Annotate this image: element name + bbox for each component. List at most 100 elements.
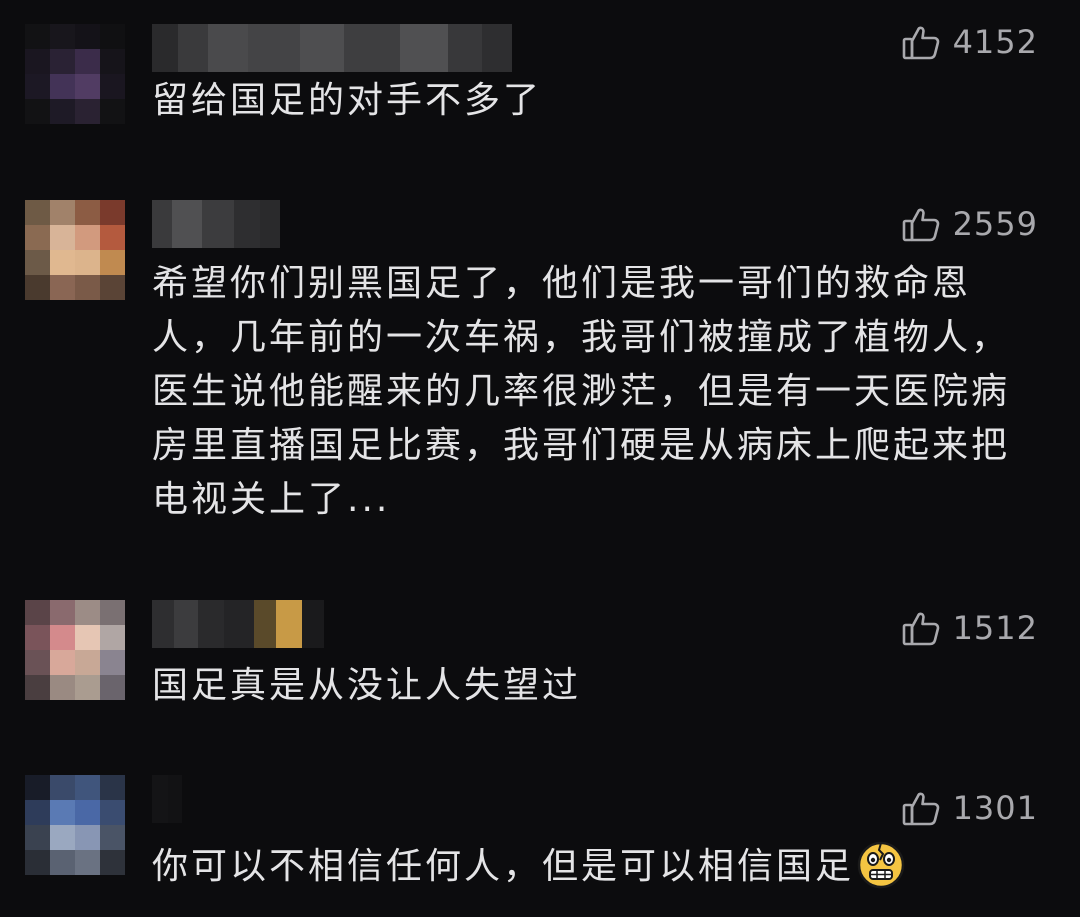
comment-text: 留给国足的对手不多了 xyxy=(152,80,543,121)
username-pixel xyxy=(234,200,260,248)
avatar-pixel xyxy=(50,275,75,300)
avatar[interactable] xyxy=(25,600,125,700)
avatar-pixel xyxy=(75,49,100,74)
avatar-pixel xyxy=(50,800,75,825)
grimacing-face-icon xyxy=(856,840,906,890)
avatar-pixel xyxy=(100,625,125,650)
avatar-pixel xyxy=(25,200,50,225)
username-pixel xyxy=(248,24,300,72)
like-count: 1301 xyxy=(952,789,1038,827)
username-pixel xyxy=(172,200,202,248)
username-blurred[interactable] xyxy=(152,200,280,248)
username-pixel xyxy=(198,600,224,648)
avatar-pixel xyxy=(25,99,50,124)
avatar-pixel xyxy=(50,650,75,675)
avatar-pixel xyxy=(100,800,125,825)
avatar-pixel xyxy=(100,650,125,675)
avatar-pixel xyxy=(50,200,75,225)
avatar-pixel xyxy=(100,850,125,875)
avatar-pixel xyxy=(100,74,125,99)
like-button[interactable]: 1301 xyxy=(901,788,1038,828)
avatar-pixel xyxy=(50,850,75,875)
avatar-pixel xyxy=(75,625,100,650)
avatar-pixel xyxy=(25,675,50,700)
avatar-pixel xyxy=(75,800,100,825)
avatar-pixel xyxy=(75,99,100,124)
avatar-pixel xyxy=(75,225,100,250)
username-pixel xyxy=(152,200,172,248)
avatar-pixel xyxy=(75,275,100,300)
username-blurred[interactable] xyxy=(152,600,324,648)
username-pixel xyxy=(302,600,324,648)
username-pixel xyxy=(152,600,174,648)
avatar-pixel xyxy=(25,275,50,300)
avatar-pixel xyxy=(25,625,50,650)
avatar-pixel xyxy=(50,99,75,124)
avatar-pixel xyxy=(50,675,75,700)
avatar-pixel xyxy=(100,200,125,225)
comment-text-content: 你可以不相信任何人，但是可以相信国足 xyxy=(152,846,855,887)
avatar-pixel xyxy=(75,74,100,99)
avatar[interactable] xyxy=(25,24,125,124)
comment-text: 希望你们别黑国足了，他们是我一哥们的救命恩人，几年前的一次车祸，我哥们被撞成了植… xyxy=(152,263,1011,520)
avatar-pixel xyxy=(100,275,125,300)
username-pixel xyxy=(152,24,178,72)
username-pixel xyxy=(202,200,234,248)
avatar-pixel xyxy=(75,250,100,275)
avatar-pixel xyxy=(50,74,75,99)
avatar-pixel xyxy=(100,825,125,850)
avatar-pixel xyxy=(25,650,50,675)
username-pixel xyxy=(448,24,482,72)
username-blurred[interactable] xyxy=(152,24,512,72)
username-pixel xyxy=(260,200,280,248)
avatar[interactable] xyxy=(25,775,125,875)
username-pixel xyxy=(254,600,276,648)
comment-text: 你可以不相信任何人，但是可以相信国足 xyxy=(152,840,1012,894)
avatar-pixel xyxy=(25,800,50,825)
avatar-pixel xyxy=(100,600,125,625)
username-blurred[interactable] xyxy=(152,775,182,823)
like-count: 4152 xyxy=(952,23,1038,61)
avatar-pixel xyxy=(75,825,100,850)
avatar-pixel xyxy=(75,675,100,700)
like-button[interactable]: 1512 xyxy=(901,608,1038,648)
avatar-pixel xyxy=(50,825,75,850)
username-pixel xyxy=(152,775,168,823)
avatar-pixel xyxy=(75,600,100,625)
avatar-pixel xyxy=(25,850,50,875)
avatar-pixel xyxy=(50,24,75,49)
avatar-pixel xyxy=(100,99,125,124)
like-count: 2559 xyxy=(952,205,1038,243)
username-pixel xyxy=(178,24,208,72)
avatar-pixel xyxy=(100,775,125,800)
username-pixel xyxy=(482,24,512,72)
avatar-pixel xyxy=(75,850,100,875)
username-pixel xyxy=(168,775,182,823)
like-button[interactable]: 2559 xyxy=(901,204,1038,244)
avatar-pixel xyxy=(100,675,125,700)
avatar-pixel xyxy=(100,24,125,49)
username-pixel xyxy=(224,600,254,648)
username-pixel xyxy=(400,24,448,72)
avatar-pixel xyxy=(50,775,75,800)
username-pixel xyxy=(174,600,198,648)
avatar-pixel xyxy=(25,600,50,625)
avatar-pixel xyxy=(25,775,50,800)
avatar-pixel xyxy=(50,49,75,74)
like-count: 1512 xyxy=(952,609,1038,647)
avatar-pixel xyxy=(75,650,100,675)
avatar-pixel xyxy=(25,825,50,850)
avatar-pixel xyxy=(100,250,125,275)
thumbs-up-icon xyxy=(901,204,941,244)
avatar-pixel xyxy=(25,49,50,74)
avatar-pixel xyxy=(50,250,75,275)
avatar-pixel xyxy=(100,49,125,74)
avatar-pixel xyxy=(75,24,100,49)
avatar[interactable] xyxy=(25,200,125,300)
avatar-pixel xyxy=(75,775,100,800)
like-button[interactable]: 4152 xyxy=(901,22,1038,62)
avatar-pixel xyxy=(25,225,50,250)
comment-text: 国足真是从没让人失望过 xyxy=(152,665,582,706)
avatar-pixel xyxy=(100,225,125,250)
avatar-pixel xyxy=(50,600,75,625)
